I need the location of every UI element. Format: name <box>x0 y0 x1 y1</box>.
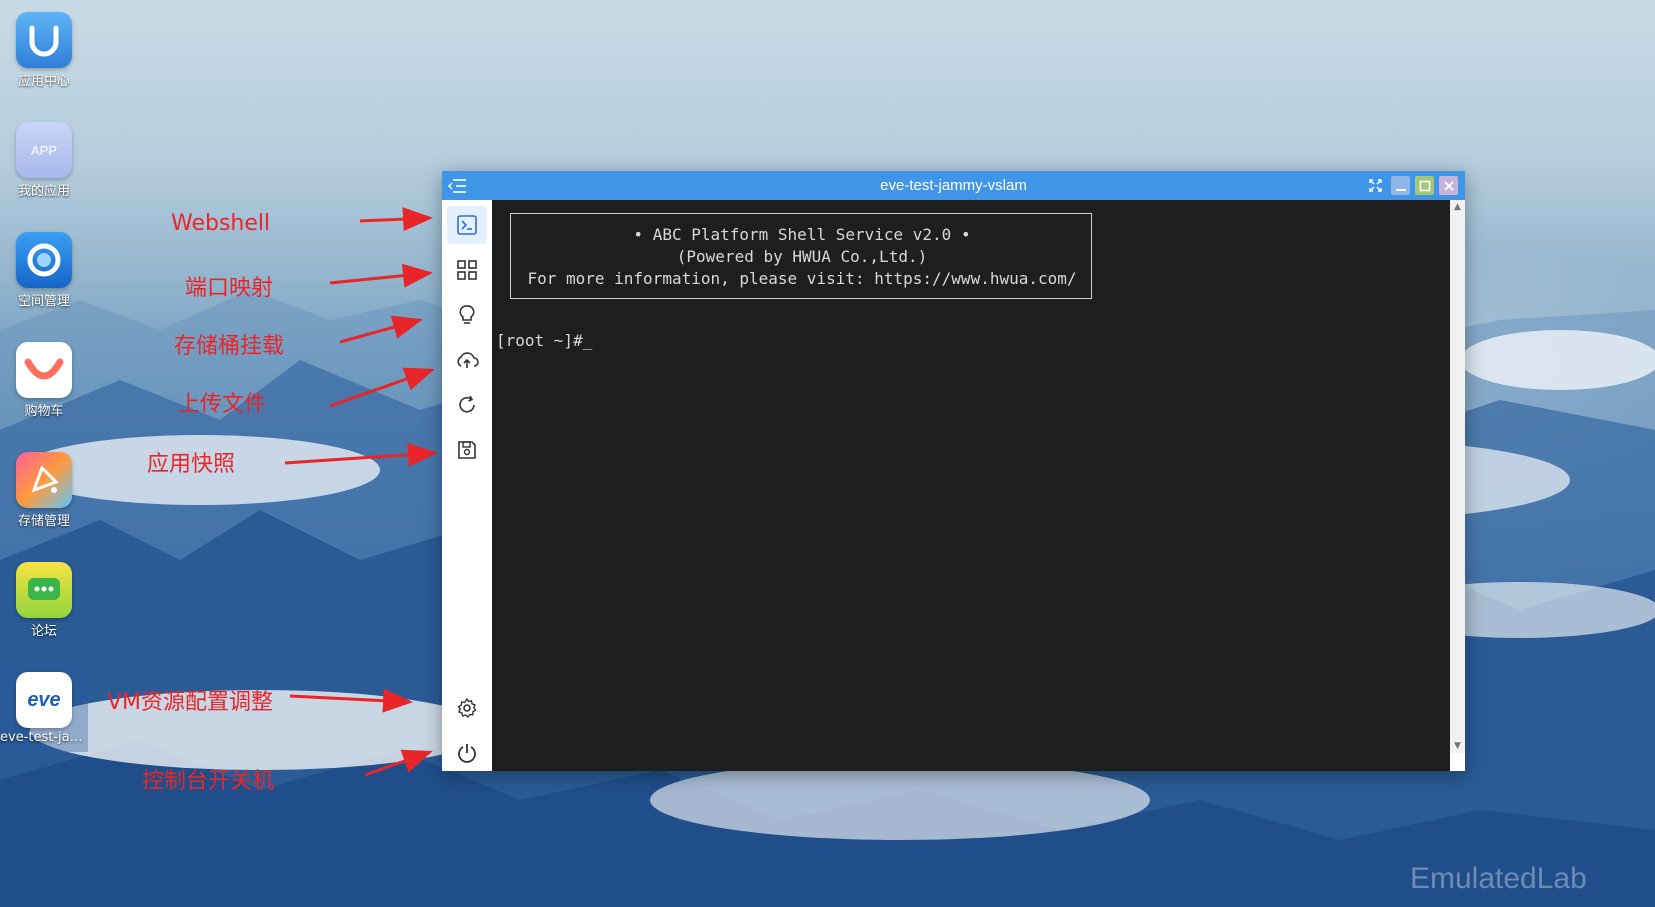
welcome-banner: • ABC Platform Shell Service v2.0 • (Pow… <box>510 213 1092 299</box>
bucket-mount-button[interactable] <box>447 296 487 334</box>
maximize-button[interactable] <box>1415 176 1434 195</box>
storage-management-icon <box>16 452 72 508</box>
grid-icon <box>457 260 477 280</box>
annotation-upload-file: 上传文件 <box>178 392 267 417</box>
desktop-storage-management[interactable]: 存储管理 <box>0 452 88 529</box>
banner-line-3: For more information, please visit: http… <box>527 269 1077 288</box>
maximize-icon <box>1419 180 1430 191</box>
terminal-scrollbar[interactable]: ▲ ▼ <box>1450 200 1465 753</box>
lightbulb-icon <box>459 305 475 324</box>
desktop-app-center[interactable]: 应用中心 <box>0 12 88 89</box>
banner-line-2: (Powered by HWUA Co.,Ltd.) <box>676 247 928 266</box>
terminal-area[interactable]: • ABC Platform Shell Service v2.0 • (Pow… <box>492 200 1450 771</box>
upload-file-button[interactable] <box>447 341 487 379</box>
refresh-icon <box>459 395 475 413</box>
desktop-app-label: 应用中心 <box>17 74 70 89</box>
webshell-button[interactable] <box>447 206 487 244</box>
my-apps-badge: APP <box>30 142 57 158</box>
annotation-port-mapping: 端口映射 <box>185 276 274 301</box>
close-icon <box>1443 180 1454 191</box>
app-center-icon <box>16 12 72 68</box>
scroll-up-icon[interactable]: ▲ <box>1450 200 1465 214</box>
annotation-bucket-mount: 存储桶挂载 <box>174 334 285 359</box>
window-title: eve-test-jammy-vslam <box>880 177 1027 194</box>
save-icon <box>458 441 476 459</box>
desktop-app-label: 存储管理 <box>17 514 70 529</box>
desktop-eve-test-jammy[interactable]: eve eve-test-jam... <box>0 670 88 752</box>
fullscreen-icon <box>1369 179 1382 192</box>
my-apps-icon: APP <box>16 122 72 178</box>
port-mapping-button[interactable] <box>447 251 487 289</box>
shell-window: eve-test-jammy-vslam • ABC Platform Shel… <box>442 171 1465 771</box>
watermark-text: EmulatedLab <box>1410 862 1587 895</box>
menu-toggle-icon[interactable] <box>446 175 468 197</box>
window-titlebar[interactable]: eve-test-jammy-vslam <box>442 171 1465 200</box>
annotation-app-snapshot: 应用快照 <box>147 452 236 477</box>
minimize-icon <box>1395 188 1406 191</box>
desktop-app-label: eve-test-jam... <box>0 730 88 745</box>
gear-icon <box>457 697 477 719</box>
scroll-down-icon[interactable]: ▼ <box>1450 739 1465 753</box>
desktop-my-apps[interactable]: APP 我的应用 <box>0 122 88 199</box>
fullscreen-button[interactable] <box>1366 176 1385 195</box>
desktop-forum[interactable]: 论坛 <box>0 562 88 639</box>
space-management-icon <box>16 232 72 288</box>
eve-logo-icon: eve <box>16 672 72 728</box>
annotation-webshell: Webshell <box>171 211 271 236</box>
desktop-space-management[interactable]: 空间管理 <box>0 232 88 309</box>
desktop-app-label: 空间管理 <box>17 294 70 309</box>
desktop-shopping-cart[interactable]: 购物车 <box>0 342 88 419</box>
vm-settings-button[interactable] <box>447 689 487 727</box>
power-icon <box>458 744 476 763</box>
terminal-icon <box>457 215 477 235</box>
banner-line-1: • ABC Platform Shell Service v2.0 • <box>633 225 971 244</box>
annotation-vm-resource: VM资源配置调整 <box>107 690 274 715</box>
shopping-cart-icon <box>16 342 72 398</box>
cloud-upload-icon <box>457 352 479 368</box>
forum-icon <box>16 562 72 618</box>
power-button[interactable] <box>447 734 487 772</box>
desktop-app-label: 我的应用 <box>17 184 70 199</box>
close-button[interactable] <box>1439 176 1458 195</box>
eve-logo-text: eve <box>27 688 61 711</box>
minimize-button[interactable] <box>1391 176 1410 195</box>
annotation-power: 控制台开关机 <box>142 769 275 794</box>
tool-sidebar <box>442 200 492 771</box>
refresh-button[interactable] <box>447 386 487 424</box>
desktop-app-label: 论坛 <box>30 624 57 639</box>
shell-prompt: [root ~]#_ <box>496 331 593 350</box>
app-snapshot-button[interactable] <box>447 431 487 469</box>
desktop-app-label: 购物车 <box>24 404 64 419</box>
